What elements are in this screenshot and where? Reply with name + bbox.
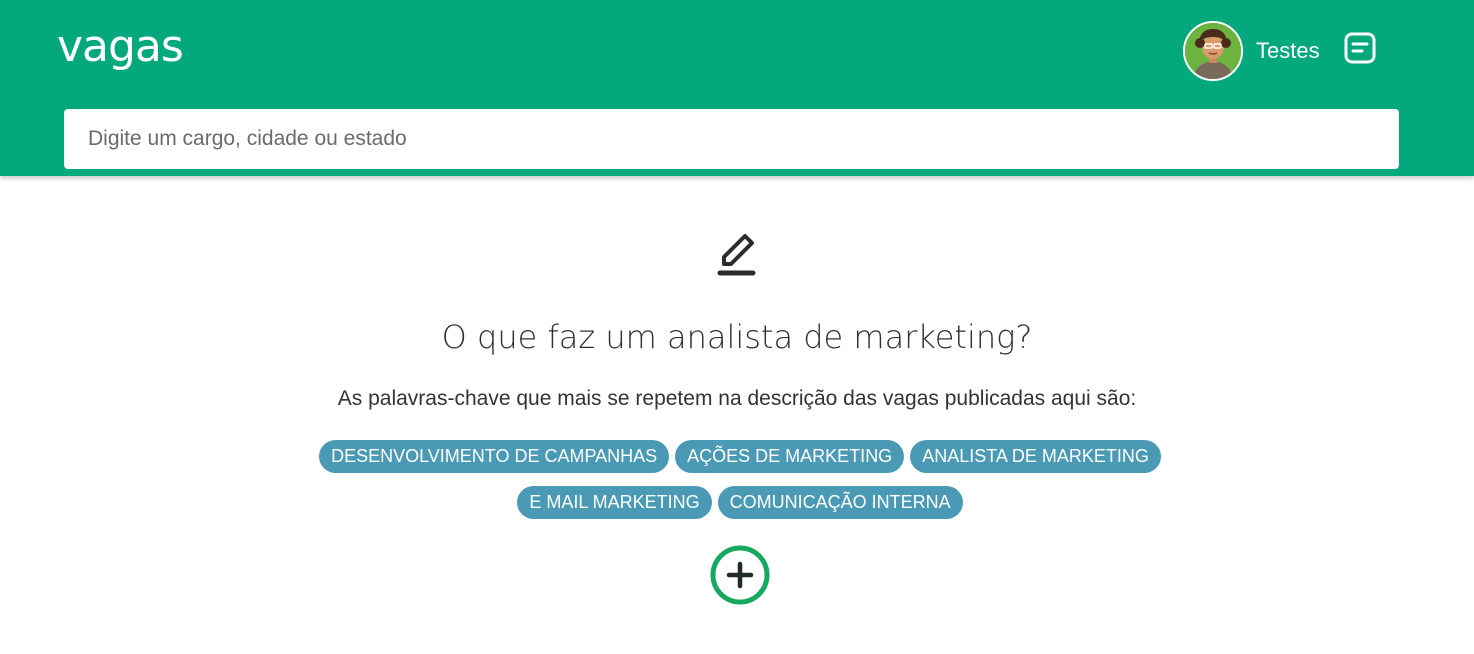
search-box — [64, 109, 1399, 169]
keyword-tag[interactable]: ANALISTA DE MARKETING — [910, 440, 1161, 473]
keyword-tag[interactable]: AÇÕES DE MARKETING — [675, 440, 905, 473]
notes-button[interactable] — [1343, 31, 1377, 65]
avatar-illustration-icon — [1185, 23, 1241, 79]
page-title: O que faz um analista de marketing? — [441, 318, 1033, 356]
notes-icon — [1344, 32, 1376, 64]
keywords-description: As palavras-chave que mais se repetem na… — [337, 387, 1137, 410]
user-name[interactable]: Testes — [1256, 38, 1320, 64]
vagas-logo[interactable]: vagas — [57, 20, 184, 74]
pencil-icon — [716, 224, 760, 278]
show-more-button[interactable] — [709, 544, 771, 606]
keyword-tag[interactable]: DESENVOLVIMENTO DE CAMPANHAS — [319, 440, 670, 473]
avatar[interactable] — [1183, 21, 1243, 81]
top-header: vagas Testes — [0, 0, 1474, 176]
keyword-tag[interactable]: E MAIL MARKETING — [517, 486, 712, 519]
keyword-tag[interactable]: COMUNICAÇÃO INTERNA — [717, 486, 963, 519]
user-menu[interactable]: Testes — [1183, 21, 1320, 81]
plus-circle-icon — [710, 545, 770, 605]
keyword-tags: DESENVOLVIMENTO DE CAMPANHAS AÇÕES DE MA… — [220, 440, 1260, 519]
search-input[interactable] — [86, 126, 1377, 152]
